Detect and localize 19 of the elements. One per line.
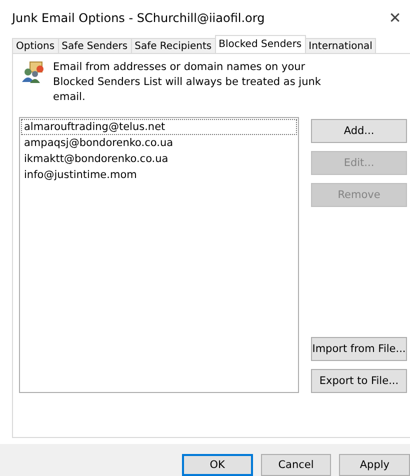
dialog-button[interactable]: OK — [182, 454, 253, 476]
tab[interactable]: International — [304, 38, 376, 53]
list-item[interactable]: almarouftrading@telus.net — [21, 119, 297, 135]
dialog-button[interactable]: Cancel — [260, 454, 332, 476]
people-blocked-icon — [21, 60, 45, 84]
window-title: Junk Email Options - SChurchill@iiaofil.org — [12, 11, 265, 25]
tab[interactable]: Safe Senders — [58, 38, 132, 53]
description-text: Email from addresses or domain names on your Blocked Senders List will always be treated as junk email. — [53, 60, 322, 105]
list-item[interactable]: ampaqsj@bondorenko.co.ua — [21, 135, 297, 151]
list-item[interactable]: ikmaktt@bondorenko.co.ua — [21, 151, 297, 167]
file-button[interactable]: Import from File... — [311, 337, 407, 361]
blocked-senders-list[interactable]: almarouftrading@telus.net ampaqsj@bondorenko.co.ua ikmaktt@bondorenko.co.ua info@justintime.mom — [19, 117, 299, 393]
action-button[interactable]: Add... — [311, 119, 407, 143]
tab[interactable]: Safe Recipients — [130, 38, 216, 53]
dialog-button[interactable]: Apply — [339, 454, 410, 476]
file-button[interactable]: Export to File... — [311, 369, 407, 393]
tab[interactable]: Options — [12, 38, 59, 53]
list-item[interactable]: info@justintime.mom — [21, 167, 297, 183]
close-button[interactable]: ✕ — [380, 9, 410, 27]
